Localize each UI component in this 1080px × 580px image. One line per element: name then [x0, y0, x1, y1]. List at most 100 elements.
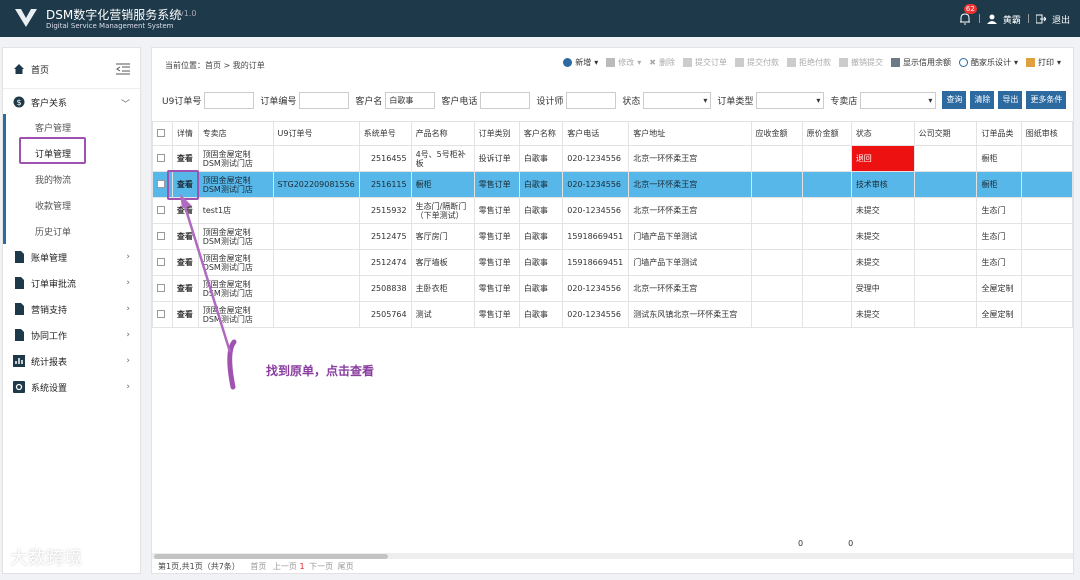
sidebar-item-collaboration[interactable]: 协同工作 ›: [3, 322, 142, 348]
cell-delivery: [913, 249, 978, 276]
sidebar-subitem-payment-management[interactable]: 收款管理: [3, 192, 142, 218]
cell-drawing-review: [1020, 301, 1073, 328]
row-checkbox-cell[interactable]: [152, 145, 173, 172]
row-checkbox-cell[interactable]: [152, 249, 173, 276]
checkbox[interactable]: [157, 179, 165, 188]
checkbox[interactable]: [157, 231, 165, 240]
total-receivable: 0: [798, 539, 804, 548]
cell-address: 北京一环怀柔王宫: [628, 171, 752, 198]
add-button[interactable]: 新增 ▾: [563, 57, 598, 68]
column-header: 系统单号: [358, 121, 412, 146]
scrollbar-thumb[interactable]: [154, 554, 388, 559]
export-button[interactable]: 导出: [998, 91, 1023, 109]
sidebar-item-label: 首页: [31, 65, 50, 76]
checkbox[interactable]: [157, 128, 165, 137]
print-button[interactable]: 打印 ▾: [1025, 57, 1061, 68]
sidebar-item-customer-relations[interactable]: $ 客户关系 ﹀: [3, 89, 142, 115]
cell-status: 未提交: [850, 301, 915, 328]
show-credit-balance-button[interactable]: 显示信用余额: [890, 57, 951, 68]
order-type-select[interactable]: ▾: [756, 91, 825, 109]
cell-prodcat: 橱柜: [976, 145, 1022, 172]
u9-order-label: U9订单号: [162, 96, 202, 107]
first-page-link[interactable]: 首页: [250, 562, 266, 571]
cell-customer: 白歌事: [518, 145, 564, 172]
caret-down-icon: ▾: [703, 95, 708, 105]
sidebar-item-order-approval[interactable]: 订单审批流 ›: [3, 270, 142, 296]
current-page[interactable]: 1: [299, 562, 304, 571]
cell-delivery: [913, 145, 978, 172]
checkbox[interactable]: [157, 309, 165, 318]
status-select[interactable]: ▾: [643, 91, 712, 109]
store-select[interactable]: ▾: [860, 91, 937, 109]
table-row[interactable]: 查看 test1店 2515932 生态门/隔断门（下单测试） 零售订单 白歌事 020-1…: [152, 197, 1073, 224]
orders-table-wrapper: 详情 专卖店 U9订单号 系统单号 产品名称 订单类别 客户名称 客户电话 客户…: [152, 121, 1073, 529]
checkbox[interactable]: [157, 153, 165, 162]
cell-delivery: [913, 275, 978, 302]
last-page-link[interactable]: 尾页: [338, 562, 354, 571]
view-link[interactable]: 查看: [171, 145, 199, 172]
sidebar-subitem-my-logistics[interactable]: 我的物流: [3, 166, 142, 192]
cell-u9: [272, 197, 360, 224]
collapse-menu-icon[interactable]: [116, 63, 130, 75]
table-row[interactable]: 查看 顶固金屋定制DSM测试门店 2512474 客厅墙板 零售订单 白歌事 1591866…: [152, 249, 1073, 276]
checkbox[interactable]: [157, 257, 165, 266]
cell-product: 生态门/隔断门（下单测试）: [410, 197, 475, 224]
cell-status: 退回: [850, 145, 915, 172]
user-name[interactable]: 黄霸: [1003, 13, 1021, 26]
horizontal-scrollbar[interactable]: [152, 553, 1073, 559]
cell-prodcat: 生态门: [976, 197, 1022, 224]
submit-order-button[interactable]: 提交订单: [682, 57, 727, 68]
sidebar-item-home[interactable]: 首页: [3, 56, 142, 82]
sidebar-item-label: 账单管理: [31, 253, 68, 264]
customer-phone-input[interactable]: [480, 91, 531, 109]
document-icon: [15, 329, 24, 341]
cell-original: [801, 275, 852, 302]
table-row[interactable]: 查看 顶固金屋定制DSM测试门店 STG202209081556 2516115 橱柜零…: [152, 171, 1073, 198]
table-row[interactable]: 查看 顶固金屋定制DSM测试门店 2512475 客厅房门 零售订单 白歌事 1591866…: [152, 223, 1073, 250]
table-row[interactable]: 查看 顶固金屋定制DSM测试门店 2508838 主卧衣柜 零售订单 白歌事 020-123…: [152, 275, 1073, 302]
checkbox[interactable]: [157, 283, 165, 292]
close-icon: ✖: [649, 58, 656, 67]
sidebar-item-settings[interactable]: 系统设置 ›: [3, 374, 142, 400]
u9-order-input[interactable]: [204, 91, 255, 109]
customer-name-input[interactable]: 白歌事: [385, 91, 436, 109]
logout-link[interactable]: 退出: [1052, 13, 1070, 26]
cell-address: 北京一环怀柔王宫: [628, 197, 752, 224]
designer-input[interactable]: [566, 91, 617, 109]
svg-text:$: $: [16, 98, 21, 107]
toolbar-label: 提交订单: [694, 58, 727, 67]
table-header-row: 详情 专卖店 U9订单号 系统单号 产品名称 订单类别 客户名称 客户电话 客户…: [152, 121, 1073, 146]
prev-page-link[interactable]: 上一页: [273, 562, 297, 571]
row-checkbox-cell[interactable]: [152, 275, 173, 302]
table-row[interactable]: 查看 顶固金屋定制DSM测试门店 2505764 测试 零售订单 白歌事 020-12345…: [152, 301, 1073, 328]
notification-count-badge: 62: [963, 4, 977, 14]
revoke-submit-button[interactable]: 撤销提交: [838, 57, 883, 68]
cell-original: [801, 171, 852, 198]
notification-bell-icon[interactable]: 62: [958, 4, 977, 26]
sidebar-subitem-order-history[interactable]: 历史订单: [3, 218, 142, 244]
chevron-right-icon: ›: [126, 382, 130, 392]
order-no-input[interactable]: [299, 91, 350, 109]
next-page-link[interactable]: 下一页: [309, 562, 333, 571]
submit-payment-button[interactable]: 提交付款: [734, 57, 779, 68]
kujiale-design-button[interactable]: 酷家乐设计 ▾: [958, 57, 1018, 68]
table-row[interactable]: 查看 顶固金屋定制DSM测试门店 2516455 4号、5号柜补板 投诉订单 白歌事 020…: [152, 145, 1073, 172]
sidebar-item-marketing[interactable]: 营销支持 ›: [3, 296, 142, 322]
column-header: 专卖店: [197, 121, 274, 146]
row-checkbox-cell[interactable]: [152, 223, 173, 250]
sidebar-item-reports[interactable]: 统计报表 ›: [3, 348, 142, 374]
more-conditions-button[interactable]: 更多条件: [1026, 91, 1067, 109]
delete-button[interactable]: ✖ 删除: [649, 57, 675, 68]
row-checkbox-cell[interactable]: [152, 197, 173, 224]
edit-button[interactable]: 修改 ▾: [606, 57, 641, 68]
column-header: 原价金额: [801, 121, 852, 146]
highlight-box-order-management: [19, 137, 86, 164]
clear-button[interactable]: 清除: [970, 91, 995, 109]
reject-payment-button[interactable]: 拒绝付款: [786, 57, 831, 68]
cell-delivery: [913, 197, 978, 224]
checkbox[interactable]: [157, 205, 165, 214]
sidebar-item-billing[interactable]: 账单管理 ›: [3, 244, 142, 270]
select-all-checkbox[interactable]: [152, 121, 173, 146]
query-button[interactable]: 查询: [942, 91, 967, 109]
row-checkbox-cell[interactable]: [152, 301, 173, 328]
